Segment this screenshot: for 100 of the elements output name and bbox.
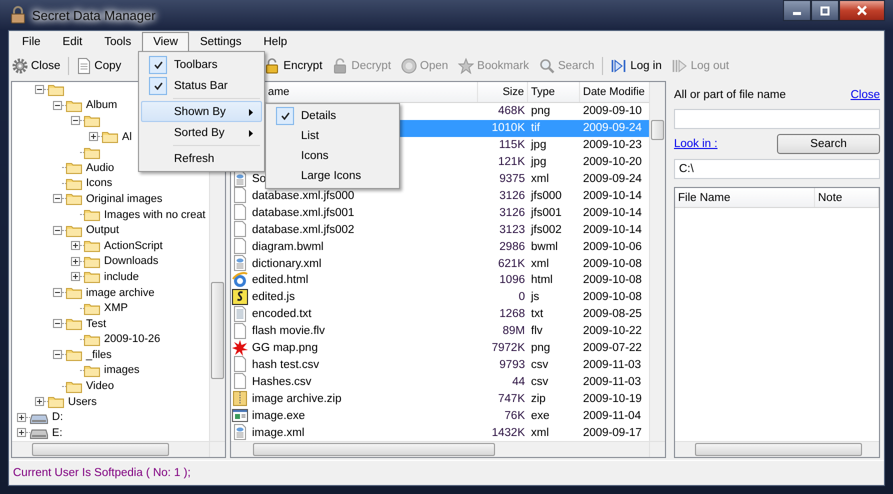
table-cell[interactable]: zip — [528, 390, 580, 408]
menu-item[interactable]: View — [142, 32, 189, 52]
menu-item[interactable]: Icons — [268, 146, 397, 166]
table-cell[interactable]: image.exe — [249, 407, 478, 424]
table-cell[interactable]: edited.html — [249, 272, 478, 289]
column-header[interactable]: Type — [528, 82, 580, 102]
table-cell[interactable]: 2009-10-14 — [580, 204, 649, 222]
menu-item[interactable]: Settings — [188, 32, 252, 52]
table-cell[interactable]: 2009-08-25 — [580, 306, 649, 323]
table-cell[interactable]: 2009-10-23 — [580, 136, 649, 154]
table-cell[interactable]: jpg — [528, 136, 580, 154]
table-cell[interactable]: 747K — [478, 390, 528, 408]
tree-item[interactable]: ActionScript — [103, 240, 164, 252]
table-cell[interactable]: xml — [528, 255, 580, 272]
table-cell[interactable]: bwml — [528, 238, 580, 256]
column-header[interactable]: Note — [815, 188, 879, 207]
table-cell[interactable]: 2009-11-03 — [580, 356, 649, 374]
table-cell[interactable]: jfs002 — [528, 221, 580, 238]
table-cell[interactable]: Hashes.csv — [249, 373, 478, 390]
table-cell[interactable]: flash movie.flv — [249, 322, 478, 340]
table-cell[interactable]: 2986 — [478, 238, 528, 256]
table-cell[interactable]: 115K — [478, 136, 528, 154]
tree-item[interactable]: Users — [67, 396, 98, 408]
table-cell[interactable]: 3123 — [478, 221, 528, 238]
column-header[interactable]: Size — [478, 82, 528, 102]
path-field[interactable]: C:\ — [674, 159, 880, 179]
table-cell[interactable]: 7972K — [478, 340, 528, 356]
menu-item[interactable]: Help — [252, 32, 298, 52]
table-cell[interactable]: encoded.txt — [249, 306, 478, 323]
table-cell[interactable]: exe — [528, 407, 580, 424]
table-cell[interactable]: edited.js — [249, 288, 478, 306]
column-header[interactable]: File Name — [675, 188, 815, 207]
table-cell[interactable]: 9375 — [478, 170, 528, 188]
table-cell[interactable]: database.xml.jfs002 — [249, 221, 478, 238]
table-cell[interactable]: 2009-10-08 — [580, 255, 649, 272]
table-cell[interactable]: 9793 — [478, 356, 528, 374]
table-cell[interactable]: 2009-10-22 — [580, 322, 649, 340]
table-cell[interactable]: 1268 — [478, 306, 528, 323]
table-cell[interactable]: jfs001 — [528, 204, 580, 222]
tree-item[interactable]: Album — [85, 99, 118, 112]
table-cell[interactable]: png — [528, 102, 580, 120]
toolbar-button[interactable]: Copy — [74, 56, 124, 76]
table-cell[interactable]: csv — [528, 373, 580, 390]
table-cell[interactable]: 2009-10-08 — [580, 272, 649, 289]
table-cell[interactable]: 121K — [478, 154, 528, 171]
tree-item[interactable]: Test — [85, 318, 108, 330]
tree-item[interactable]: Al — [121, 130, 133, 143]
menu-item[interactable]: Tools — [93, 32, 142, 52]
table-cell[interactable]: 2009-10-06 — [580, 238, 649, 256]
table-cell[interactable]: database.xml.jfs000 — [249, 187, 478, 204]
table-cell[interactable]: 468K — [478, 102, 528, 120]
tree-item[interactable]: XMP — [103, 302, 129, 314]
tree-item[interactable]: Audio — [85, 162, 116, 174]
table-cell[interactable]: 2009-07-22 — [580, 340, 649, 356]
table-cell[interactable]: flv — [528, 322, 580, 340]
menu-item[interactable]: Details — [268, 106, 397, 126]
table-cell[interactable]: png — [528, 340, 580, 356]
table-cell[interactable]: 2009-11-03 — [580, 373, 649, 390]
tree-item[interactable]: E: — [51, 426, 64, 439]
toolbar-button[interactable]: Encrypt — [261, 56, 326, 76]
table-cell[interactable]: 2009-11-04 — [580, 407, 649, 424]
table-cell[interactable]: 44 — [478, 373, 528, 390]
menu-item[interactable]: Refresh — [141, 148, 262, 169]
menu-item[interactable]: Toolbars — [141, 54, 262, 75]
table-cell[interactable]: 1096 — [478, 272, 528, 289]
table-cell[interactable]: 2009-09-24 — [580, 170, 649, 188]
table-cell[interactable]: dictionary.xml — [249, 255, 478, 272]
tree-item[interactable]: Original images — [85, 192, 164, 205]
menu-item[interactable]: List — [268, 126, 397, 146]
table-cell[interactable]: GG map.png — [249, 340, 478, 356]
table-cell[interactable]: 2009-10-14 — [580, 221, 649, 238]
table-cell[interactable]: txt — [528, 306, 580, 323]
tree-item[interactable]: include — [103, 270, 140, 283]
tree-item[interactable]: images — [103, 364, 140, 376]
close-link[interactable]: Close — [850, 89, 880, 101]
table-cell[interactable]: xml — [528, 424, 580, 441]
menu-item[interactable]: Large Icons — [268, 166, 397, 186]
tree-item[interactable]: Video — [85, 380, 115, 392]
table-cell[interactable]: jfs000 — [528, 187, 580, 204]
table-cell[interactable]: 2009-10-19 — [580, 390, 649, 408]
table-cell[interactable]: csv — [528, 356, 580, 374]
table-cell[interactable]: 3126 — [478, 187, 528, 204]
menu-item[interactable]: Sorted By — [141, 122, 262, 143]
table-cell[interactable]: image archive.zip — [249, 390, 478, 408]
tree-item[interactable]: Icons — [85, 177, 114, 190]
search-button[interactable]: Search — [777, 134, 880, 154]
menu-item[interactable]: Shown By — [141, 101, 262, 122]
table-cell[interactable]: js — [528, 288, 580, 306]
tree-item[interactable]: image archive — [85, 286, 156, 299]
toolbar-button[interactable]: Close — [9, 56, 64, 76]
table-cell[interactable]: html — [528, 272, 580, 289]
tree-item[interactable]: _files — [85, 348, 113, 361]
table-cell[interactable]: 2009-10-14 — [580, 187, 649, 204]
tree-item[interactable]: D: — [51, 411, 64, 424]
tree-item[interactable]: Output — [85, 224, 120, 236]
look-in-link[interactable]: Look in : — [674, 138, 718, 150]
table-cell[interactable]: 1432K — [478, 424, 528, 441]
toolbar-button[interactable]: Log in — [608, 56, 665, 76]
tree-item[interactable]: Images with no creat — [103, 208, 206, 221]
table-cell[interactable]: image.xml — [249, 424, 478, 441]
